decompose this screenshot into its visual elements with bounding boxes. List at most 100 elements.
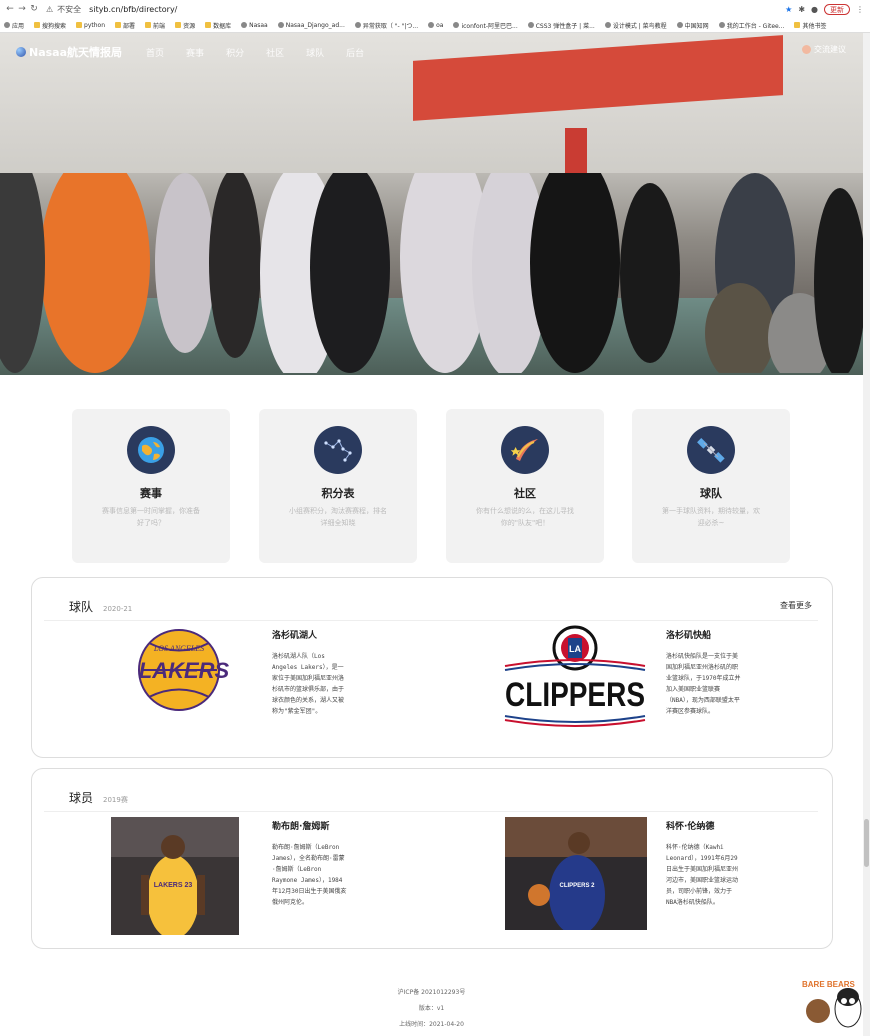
bookmark-item[interactable]: 数据库 (205, 21, 231, 30)
section-title: 球员 (69, 791, 94, 805)
teams-section-header: 球队 2020-21 (69, 598, 132, 615)
folder-icon (145, 22, 152, 28)
footer: 沪ICP备 2021012293号 版本：v1 上线时间：2021-04-20 (0, 985, 863, 1033)
forward-icon[interactable]: → (16, 4, 28, 14)
site-logo[interactable]: Nasaa航天情报局 (16, 44, 122, 60)
feature-card-events[interactable]: 赛事 赛事信息第一时间掌握，你准备好了吗？ (72, 409, 230, 563)
nav-admin[interactable]: 后台 (346, 46, 364, 59)
team-card-clippers[interactable]: 洛杉矶快船 洛杉矶快船队是一支位于美国加利福尼亚州洛杉矶的职业篮球队，于1970… (666, 628, 742, 717)
bookmark-other[interactable]: 其他书签 (794, 21, 826, 30)
url-field[interactable]: sityb.cn/bfb/directory/ (89, 5, 177, 14)
globe-icon (676, 22, 683, 28)
feature-title: 球队 (700, 487, 722, 500)
mascot-text: BARE BEARS (802, 980, 856, 989)
top-nav: Nasaa航天情报局 首页 赛事 积分 社区 球队 后台 (16, 44, 364, 60)
extensions-icon[interactable]: ✱ (798, 5, 805, 14)
player-card-kawhi[interactable]: 科怀·伦纳德 科怀·伦纳德（Kawhi Leonard），1991年6月29日出… (666, 819, 742, 908)
bookmark-item[interactable]: python (76, 22, 105, 29)
divider (44, 811, 818, 812)
player-photo-kawhi[interactable]: CLIPPERS 2 (505, 817, 647, 930)
player-card-lebron[interactable]: 勒布朗·詹姆斯 勒布朗·詹姆斯（LeBron James），全名勒布朗·雷蒙·詹… (272, 819, 348, 908)
feature-desc: 小组赛积分，淘汰赛赛程，排名详细全知晓 (289, 507, 387, 527)
bookmark-item[interactable]: CSS3 弹性盒子 | 菜... (527, 21, 595, 30)
browser-chrome: ← → ↻ ⚠ 不安全 sityb.cn/bfb/directory/ ★ ✱ … (0, 0, 870, 33)
hero-team-photo (0, 173, 863, 373)
page-scrollbar[interactable] (863, 33, 870, 1036)
bookmark-item[interactable]: 我的工作台 - Gitee... (718, 21, 784, 30)
bookmark-item[interactable]: 前端 (145, 21, 165, 30)
nav-teams[interactable]: 球队 (306, 46, 324, 59)
feature-card-standings[interactable]: 积分表 小组赛积分，淘汰赛赛程，排名详细全知晓 (259, 409, 417, 563)
reload-icon[interactable]: ↻ (28, 4, 40, 14)
nav-points[interactable]: 积分 (226, 46, 244, 59)
view-more-link[interactable]: 查看更多 (780, 600, 812, 611)
lakers-logo[interactable]: LOS ANGELES LAKERS (119, 628, 249, 712)
feature-desc: 赛事信息第一时间掌握，你准备好了吗？ (102, 507, 200, 527)
warning-icon[interactable]: ⚠ (46, 5, 53, 14)
feature-card-community[interactable]: 社区 你有什么想说的么，在这儿寻找你的"队友"吧！ (446, 409, 604, 563)
bookmark-apps[interactable]: 应用 (4, 21, 24, 30)
lakers-logo-top: LOS ANGELES (153, 644, 204, 653)
nav-community[interactable]: 社区 (266, 46, 284, 59)
feature-desc: 第一手球队资料，期待较量，欢迎必杀~ (662, 507, 760, 527)
bookmark-item[interactable]: 异常获取（ "- "|つ... (354, 21, 418, 30)
bookmark-item[interactable]: Nasaa_Django_ad... (277, 22, 345, 29)
bookmark-item[interactable]: 设计模式 | 菜鸟教程 (604, 21, 667, 30)
hero-banner (0, 33, 863, 375)
feature-title: 赛事 (140, 487, 162, 500)
nav-events[interactable]: 赛事 (186, 46, 204, 59)
logo-ball-icon (16, 47, 26, 57)
bookmark-item[interactable]: 部署 (115, 21, 135, 30)
feedback-link[interactable]: 交流建议 (802, 44, 846, 55)
team-desc: 洛杉矶湖人队（Los Angeles Lakers），是一家位于美国加利福尼亚州… (272, 653, 345, 715)
divider (44, 620, 818, 621)
bookmark-item[interactable]: 中国知网 (676, 21, 709, 30)
bookmark-item[interactable]: iconfont-阿里巴巴... (453, 21, 518, 30)
bookmark-item[interactable]: Nasaa (241, 22, 268, 29)
address-bar-row: ← → ↻ ⚠ 不安全 sityb.cn/bfb/directory/ ★ ✱ … (0, 0, 870, 18)
team-name: 洛杉矶快船 (666, 631, 712, 641)
clippers-logo-word: CLIPPERS (505, 676, 645, 714)
feature-title: 社区 (514, 487, 536, 500)
menu-icon[interactable]: ⋮ (856, 5, 864, 14)
site-logo-text: Nasaa航天情报局 (29, 46, 123, 59)
bookmark-item[interactable]: 搜狗搜索 (34, 21, 66, 30)
user-avatar-icon (802, 45, 811, 54)
teams-section: 球队 2020-21 查看更多 LOS ANGELES LAKERS 洛杉矶湖人… (31, 577, 833, 758)
back-icon[interactable]: ← (4, 4, 16, 14)
globe-icon (718, 22, 725, 28)
clippers-logo[interactable]: LA CLIPPERS (502, 624, 648, 736)
insecure-label[interactable]: 不安全 (57, 4, 81, 15)
nav-home[interactable]: 首页 (146, 46, 164, 59)
feedback-label: 交流建议 (814, 45, 846, 54)
bookmark-item[interactable]: oa (428, 22, 443, 29)
player-name: 勒布朗·詹姆斯 (272, 822, 330, 832)
footer-icp[interactable]: 沪ICP备 2021012293号 (0, 985, 863, 1001)
section-title: 球队 (69, 600, 94, 614)
globe-icon (527, 22, 534, 28)
clippers-logo-small: LA (569, 644, 581, 654)
folder-icon (76, 22, 83, 28)
player-desc: 科怀·伦纳德（Kawhi Leonard），1991年6月29日出生于美国加利福… (666, 844, 739, 906)
folder-icon (175, 22, 182, 28)
scrollbar-thumb[interactable] (864, 819, 869, 867)
globe-icon (354, 22, 361, 28)
globe-icon (127, 426, 175, 474)
update-button[interactable]: 更新 (824, 3, 850, 15)
team-desc: 洛杉矶快船队是一支位于美国加利福尼亚州洛杉矶的职业篮球队，于1970年成立并加入… (666, 653, 741, 715)
footer-launch-date: 上线时间：2021-04-20 (399, 1021, 464, 1028)
team-name: 洛杉矶湖人 (272, 631, 318, 641)
feature-title: 积分表 (321, 487, 355, 500)
team-card-lakers[interactable]: 洛杉矶湖人 洛杉矶湖人队（Los Angeles Lakers），是一家位于美国… (272, 628, 348, 717)
profile-icon[interactable]: ● (811, 5, 818, 14)
players-section-header: 球员 2019赛 (69, 789, 128, 806)
bookmarks-bar: 应用 搜狗搜索 python 部署 前端 资源 数据库 Nasaa Nasaa_… (0, 18, 870, 32)
bookmark-star-icon[interactable]: ★ (785, 5, 792, 14)
player-photo-lebron[interactable]: LAKERS 23 (111, 817, 239, 935)
comet-icon (501, 426, 549, 474)
bear-mascot-icon[interactable]: BARE BEARS (800, 975, 864, 1030)
nav-links: 首页 赛事 积分 社区 球队 后台 (146, 46, 364, 59)
feature-card-teams[interactable]: 球队 第一手球队资料，期待较量，欢迎必杀~ (632, 409, 790, 563)
bookmark-item[interactable]: 资源 (175, 21, 195, 30)
players-section: 球员 2019赛 LAKERS 23 勒布朗·詹姆斯 勒布朗·詹姆斯（LeBro… (31, 768, 833, 949)
